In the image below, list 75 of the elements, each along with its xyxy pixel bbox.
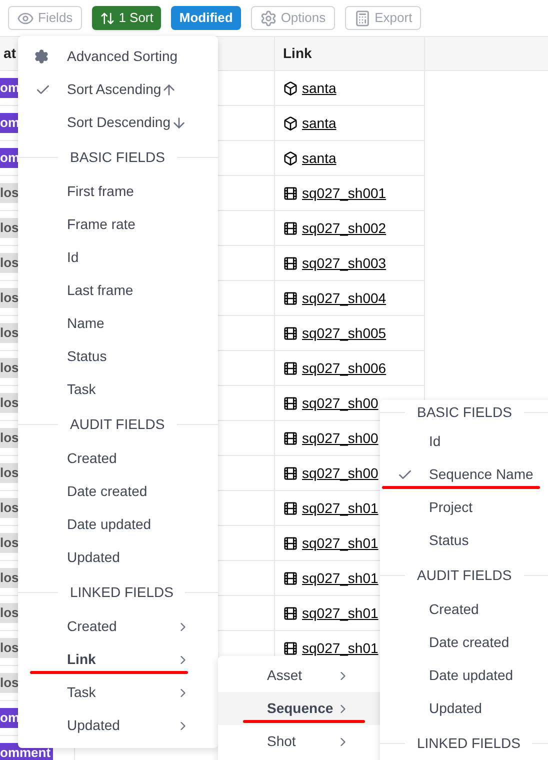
menu-item[interactable]: Status	[18, 340, 218, 373]
menu-item[interactable]: Task	[18, 373, 218, 406]
menu-item[interactable]: Updated	[380, 692, 548, 725]
submenu-item[interactable]: Shot	[218, 725, 380, 758]
link[interactable]: sq027_sh00	[302, 462, 378, 484]
settings-icon	[260, 10, 277, 26]
submenu-item[interactable]: Link	[18, 643, 218, 676]
menu-item[interactable]: First frame	[18, 175, 218, 208]
sort-button[interactable]: 1 Sort	[92, 6, 162, 30]
arrow-down-icon	[170, 114, 187, 130]
film-icon	[283, 186, 298, 200]
menu-item[interactable]: Date updated	[18, 508, 218, 541]
film-icon	[283, 220, 298, 236]
section-header: BASIC FIELDS	[70, 148, 165, 166]
link[interactable]: sq027_sh01	[302, 498, 378, 518]
film-icon	[283, 500, 298, 516]
submenu-item[interactable]: Created	[18, 610, 218, 643]
film-icon	[283, 606, 298, 620]
menu-item[interactable]: Date created	[380, 626, 548, 659]
submenu-item[interactable]: Sequence	[218, 692, 380, 725]
link[interactable]: sq027_sh00	[302, 428, 378, 448]
link[interactable]: santa	[302, 78, 336, 98]
film-icon	[283, 430, 298, 446]
link[interactable]: santa	[302, 112, 336, 134]
link[interactable]: sq027_sh004	[302, 288, 386, 308]
film-icon	[283, 360, 298, 376]
section-header: AUDIT FIELDS	[70, 414, 165, 434]
link[interactable]: sq027_sh006	[302, 358, 386, 378]
film-icon	[283, 290, 298, 306]
column-header: at	[4, 44, 16, 63]
link[interactable]: sq027_sh002	[302, 218, 386, 238]
menu-item[interactable]: Status	[380, 524, 548, 557]
link[interactable]: sq027_sh01	[302, 602, 378, 624]
menu-item[interactable]: Id	[18, 241, 218, 274]
menu-item[interactable]: Date created	[18, 475, 218, 508]
section-header: LINKED FIELDS	[70, 582, 174, 602]
link[interactable]: santa	[302, 148, 336, 168]
section-header: AUDIT FIELDS	[417, 566, 512, 584]
link[interactable]: sq027_sh01	[302, 532, 378, 554]
menu-item[interactable]: Frame rate	[18, 208, 218, 241]
modified-button[interactable]: Modified	[171, 6, 241, 30]
section-header: LINKED FIELDS	[417, 734, 520, 752]
film-icon	[283, 326, 298, 340]
gear-icon	[34, 49, 49, 64]
cube-icon	[283, 80, 298, 96]
menu-item[interactable]: Sequence Name	[380, 458, 548, 491]
menu-item[interactable]: Last frame	[18, 274, 218, 307]
film-icon	[283, 536, 298, 550]
link[interactable]: sq027_sh005	[302, 322, 386, 344]
link[interactable]: sq027_sh001	[302, 182, 386, 204]
menu-item[interactable]: Created	[18, 442, 218, 475]
menu-item[interactable]: Advanced Sorting	[18, 40, 218, 73]
cube-icon	[283, 150, 298, 166]
menu-item[interactable]: Updated	[18, 541, 218, 574]
cube-icon	[283, 116, 298, 130]
submenu-item[interactable]: Task	[18, 676, 218, 709]
column-header: Link	[283, 44, 312, 63]
link[interactable]: sq027_sh00	[302, 392, 378, 414]
film-icon	[283, 466, 298, 480]
link[interactable]: sq027_sh01	[302, 638, 378, 658]
section-header: BASIC FIELDS	[417, 403, 512, 422]
menu-item[interactable]: Name	[18, 307, 218, 340]
menu-item[interactable]: Created	[380, 593, 548, 626]
film-icon	[283, 256, 298, 270]
menu-item[interactable]: Id	[380, 425, 548, 458]
submenu-item[interactable]: Asset	[218, 659, 380, 692]
film-icon	[283, 640, 298, 656]
film-icon	[283, 396, 298, 410]
calculator-icon	[354, 10, 371, 26]
link[interactable]: sq027_sh003	[302, 252, 386, 274]
sort-icon	[100, 10, 115, 26]
link[interactable]: sq027_sh01	[302, 568, 378, 588]
film-icon	[283, 570, 298, 586]
menu-item[interactable]: Project	[380, 491, 548, 524]
menu-item[interactable]: Date updated	[380, 659, 548, 692]
